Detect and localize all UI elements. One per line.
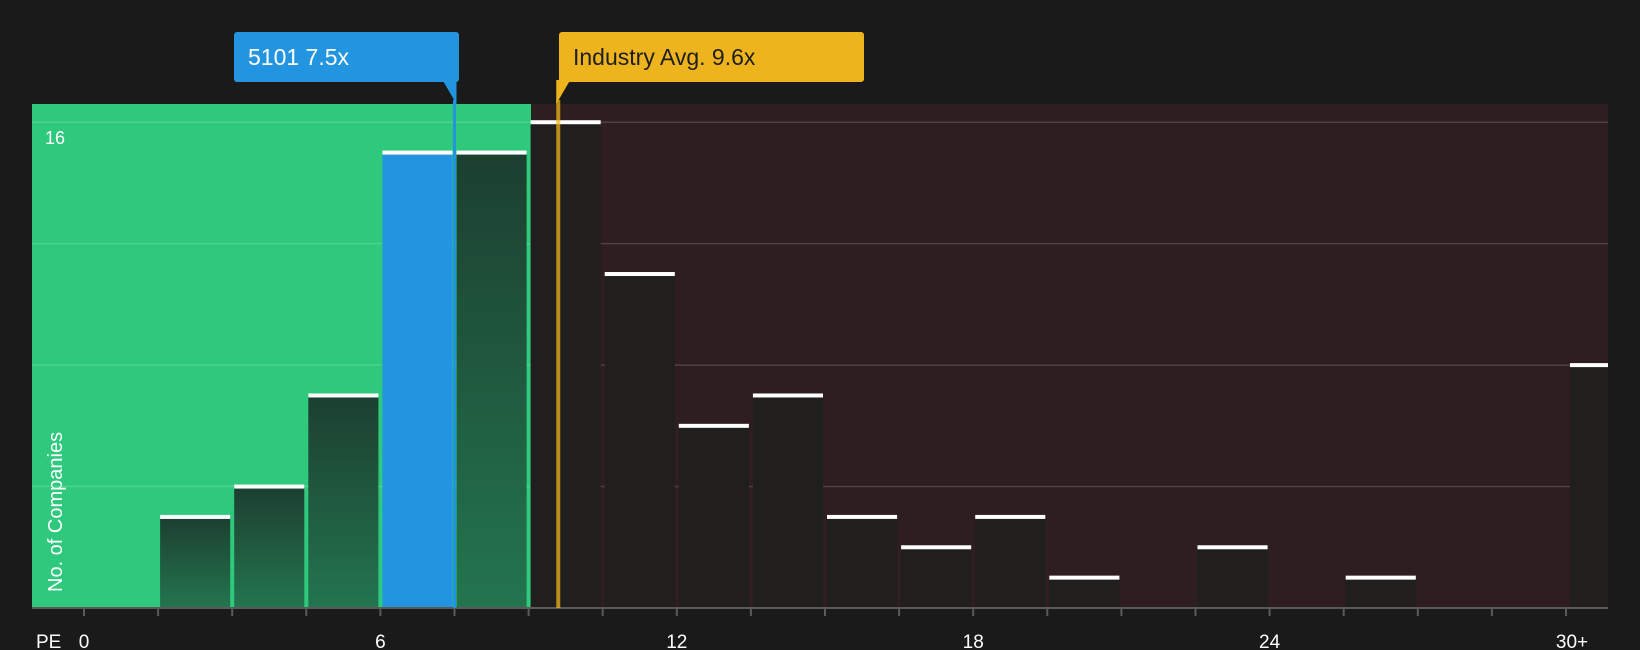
histogram-bar [1049, 577, 1120, 608]
industry-average-callout: Industry Avg. 9.6x [559, 32, 864, 82]
histogram-bar [1197, 547, 1268, 608]
bar-cap [827, 514, 898, 519]
bar-cap [1049, 575, 1120, 580]
bar-cap [308, 393, 379, 398]
bar-cap [530, 120, 601, 125]
x-tick-label: 24 [1259, 632, 1281, 650]
bar-cap [1570, 363, 1608, 368]
bar-cap [1345, 575, 1416, 580]
bar-cap [160, 514, 231, 519]
histogram-bar [234, 486, 305, 608]
company-pe-label: 5101 7.5x [248, 44, 350, 70]
histogram-bar [308, 395, 379, 608]
histogram-bar [604, 274, 675, 608]
histogram-bar [975, 516, 1046, 608]
bar-cap [975, 514, 1046, 519]
x-tick-label: 6 [375, 632, 386, 650]
company-pe-callout: 5101 7.5x [234, 32, 459, 82]
histogram-bar [456, 152, 527, 608]
industry-average-label: Industry Avg. 9.6x [573, 44, 756, 70]
histogram-bar [827, 516, 898, 608]
x-tick-label: 18 [963, 632, 984, 650]
x-axis-ticks: 0 6 12 18 24 30+ [79, 608, 1588, 650]
x-tick-label: 12 [666, 632, 687, 650]
histogram-bar [752, 395, 823, 608]
pe-distribution-chart: 0 6 12 18 24 30+ 16 No. of Companies PE [32, 80, 1608, 650]
histogram-bar [1345, 577, 1416, 608]
bar-cap [901, 545, 972, 550]
x-tick-label: 30+ [1556, 632, 1588, 650]
bar-cap [678, 423, 749, 428]
histogram-bar [160, 516, 231, 608]
x-tick-label: 0 [79, 632, 90, 650]
bar-cap [1197, 545, 1268, 550]
bar-cap [604, 272, 675, 277]
y-tick-16: 16 [45, 128, 65, 148]
histogram-bar [678, 425, 749, 608]
histogram-bar [382, 152, 453, 608]
histogram-bar [901, 547, 972, 608]
y-axis-label: No. of Companies [45, 432, 67, 592]
bar-cap [382, 150, 453, 155]
bar-cap [752, 393, 823, 398]
industry-callout-pointer [556, 80, 571, 104]
bar-cap [234, 484, 305, 489]
x-axis-label: PE [36, 632, 61, 650]
histogram-bar [1570, 365, 1608, 608]
histogram-bar [530, 122, 601, 609]
bar-cap [456, 150, 527, 155]
